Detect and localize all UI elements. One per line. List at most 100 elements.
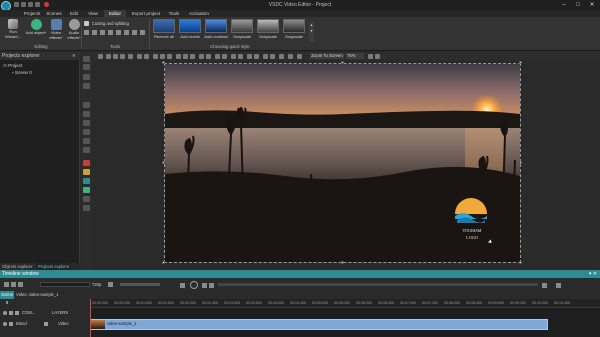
free-shape-tool-icon[interactable] <box>83 120 90 126</box>
blend-select[interactable]: Blend <box>16 321 27 326</box>
timeline-breadcrumb[interactable]: Video: video-sample_1 <box>16 291 86 299</box>
video-preview[interactable]: TOURISM LOGO <box>164 63 521 263</box>
select-icon[interactable] <box>98 54 103 59</box>
next-frame-icon[interactable] <box>209 283 214 288</box>
audio-effects-button[interactable]: Audio effects* <box>62 19 86 45</box>
minimize-button[interactable]: – <box>558 1 570 9</box>
rotate-icon[interactable] <box>92 30 97 35</box>
lock-track-icon[interactable] <box>9 322 13 326</box>
loop-icon[interactable] <box>542 283 547 288</box>
pointer-tool-icon[interactable] <box>83 56 90 62</box>
mute-icon[interactable] <box>15 311 19 315</box>
undo-icon[interactable] <box>137 54 142 59</box>
scissors-icon[interactable] <box>84 21 89 26</box>
order-back-icon[interactable] <box>238 54 243 59</box>
group-icon[interactable] <box>140 30 145 35</box>
tree-item-project[interactable]: ⊟ Project <box>3 63 22 69</box>
video-clip[interactable] <box>90 319 548 330</box>
resize-icon[interactable] <box>116 30 121 35</box>
cut-icon[interactable] <box>106 54 111 59</box>
fit-icon[interactable] <box>254 54 259 59</box>
tab-export-project[interactable]: Export project <box>129 10 163 17</box>
properties-icon[interactable] <box>297 54 302 59</box>
group-objects-icon[interactable] <box>263 54 268 59</box>
tab-projects[interactable]: Projects <box>22 10 42 17</box>
flip-icon[interactable] <box>100 30 105 35</box>
close-button[interactable]: ✕ <box>586 1 598 9</box>
order-front-icon[interactable] <box>231 54 236 59</box>
distribute-icon[interactable] <box>199 54 204 59</box>
tab-editor[interactable]: Editor <box>104 10 126 17</box>
same-size-icon[interactable] <box>206 54 211 59</box>
zoom-to-screen-button[interactable]: Zoom To Screen <box>310 53 344 59</box>
resize-handle-ne[interactable] <box>519 61 522 64</box>
zoom-in-icon[interactable] <box>375 54 380 59</box>
chart-tool-icon[interactable] <box>83 169 90 175</box>
copy-icon[interactable] <box>113 54 118 59</box>
hide-object-icon[interactable] <box>288 54 293 59</box>
tab-view[interactable]: View <box>86 10 100 17</box>
cutting-splitting-button[interactable]: Cutting and splitting <box>92 21 129 26</box>
lock-icon[interactable] <box>132 30 137 35</box>
text-tool-icon[interactable] <box>83 129 90 135</box>
play-button[interactable] <box>190 281 198 289</box>
crop-icon[interactable] <box>84 30 89 35</box>
tab-scenes[interactable]: Scenes <box>45 10 63 17</box>
ungroup-objects-icon[interactable] <box>270 54 275 59</box>
layers-icon[interactable] <box>124 30 129 35</box>
resize-handle-sw[interactable] <box>162 261 165 264</box>
tab-edit[interactable]: Edit <box>67 10 81 17</box>
align-top-icon[interactable] <box>176 54 181 59</box>
resize-handle-n[interactable] <box>341 61 344 64</box>
tab-tools[interactable]: Tools <box>166 10 182 17</box>
fit-timeline-icon[interactable] <box>4 282 9 287</box>
align-center-icon[interactable] <box>160 54 165 59</box>
preview-settings-icon[interactable] <box>108 282 113 287</box>
resize-handle-w[interactable] <box>162 161 165 164</box>
subtitle-tool-icon[interactable] <box>83 138 90 144</box>
snap-icon[interactable] <box>222 54 227 59</box>
align-bottom-icon[interactable] <box>190 54 195 59</box>
line-tool-icon[interactable] <box>83 147 90 153</box>
timeline-zoom-slider[interactable] <box>40 282 90 287</box>
quick-style-grayscale[interactable]: Grayscale <box>230 19 254 44</box>
timeline-window-buttons[interactable]: ▾ ✕ <box>589 270 597 278</box>
effects-tool-icon[interactable] <box>83 196 90 202</box>
quick-style-auto-contrast[interactable]: Auto contrast <box>204 19 228 44</box>
lock-object-icon[interactable] <box>279 54 284 59</box>
stop-icon[interactable] <box>180 283 185 288</box>
redo-icon[interactable] <box>144 54 149 59</box>
resize-handle-nw[interactable] <box>162 61 165 64</box>
resize-handle-e[interactable] <box>519 161 522 164</box>
eye-icon[interactable] <box>3 322 7 326</box>
eye-icon[interactable] <box>3 311 7 315</box>
tab-projects-explorer[interactable]: Projects explorer <box>36 263 72 270</box>
maximize-button[interactable]: □ <box>572 1 584 9</box>
quick-style-grayscale-3[interactable]: Grayscale <box>282 19 306 44</box>
rectangle-tool-icon[interactable] <box>83 102 90 108</box>
ellipse-tool-icon[interactable] <box>83 111 90 117</box>
quick-style-scroll[interactable]: ▴ ▾ <box>309 22 314 42</box>
align-right-icon[interactable] <box>167 54 172 59</box>
sprite-tool-icon[interactable] <box>83 178 90 184</box>
hand-tool-icon[interactable] <box>83 64 90 70</box>
align-left-icon[interactable] <box>153 54 158 59</box>
position-icon[interactable] <box>247 54 252 59</box>
quick-style-remove-all[interactable]: Remove all <box>152 19 176 44</box>
tab-activation[interactable]: Activation <box>186 10 212 17</box>
snap-timeline-icon[interactable] <box>11 282 16 287</box>
volume-slider[interactable] <box>120 283 160 286</box>
prev-frame-icon[interactable] <box>202 283 207 288</box>
scene-tab[interactable]: Scene 0 <box>0 291 14 305</box>
resize-handle-se[interactable] <box>519 261 522 264</box>
align-icon[interactable] <box>108 30 113 35</box>
tab-objects-explorer[interactable]: Objects explorer <box>0 263 35 270</box>
video-tool-icon[interactable] <box>83 74 90 80</box>
quick-style-auto-levels[interactable]: Auto levels <box>178 19 202 44</box>
playhead[interactable] <box>90 299 91 337</box>
magnet-icon[interactable] <box>18 282 23 287</box>
zoom-out-icon[interactable] <box>368 54 373 59</box>
quick-style-grayscale-2[interactable]: Grayscale <box>256 19 280 44</box>
lock-track-icon[interactable] <box>9 311 13 315</box>
audio-tool-icon[interactable] <box>83 160 90 166</box>
